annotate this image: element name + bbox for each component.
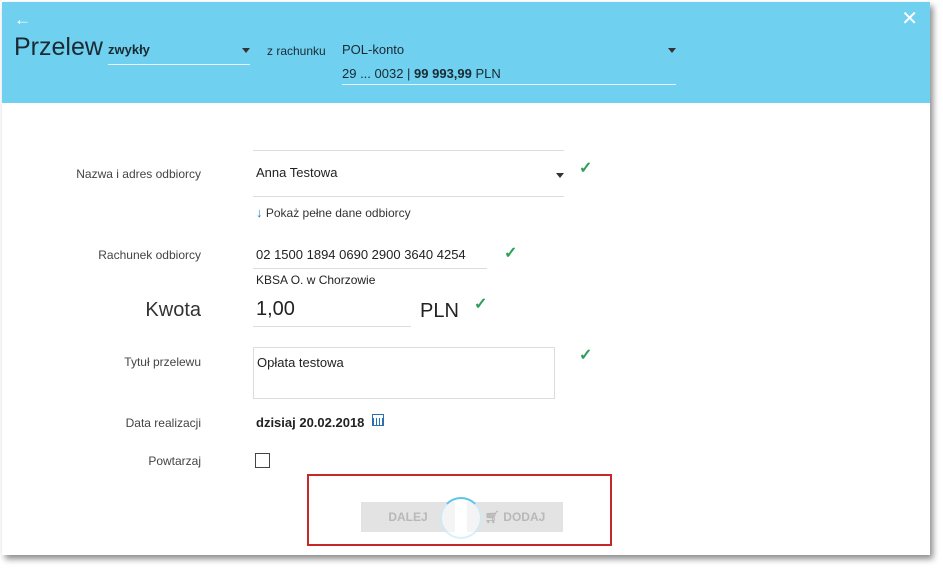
currency-label: PLN bbox=[420, 300, 459, 322]
check-icon: ✓ bbox=[504, 245, 518, 262]
close-icon[interactable]: ✕ bbox=[901, 9, 918, 29]
transfer-dialog: ← ✕ Przelew zwykły z rachunku POL-konto … bbox=[2, 2, 930, 555]
repeat-label: Powtarzaj bbox=[148, 454, 201, 468]
title-label: Tytuł przelewu bbox=[124, 355, 201, 369]
date-value[interactable]: dzisiaj 20.02.2018 bbox=[256, 415, 364, 430]
show-full-recipient-link[interactable]: ↓ Pokaż pełne dane odbiorcy bbox=[256, 205, 411, 220]
highlight-box bbox=[307, 474, 612, 546]
account-balance: 99 993,99 bbox=[414, 66, 472, 81]
arrow-down-icon: ↓ bbox=[256, 205, 263, 220]
check-icon: ✓ bbox=[579, 160, 593, 177]
title-value: Opłata testowa bbox=[257, 355, 344, 370]
amount-input[interactable]: 1,00 bbox=[256, 298, 295, 321]
back-arrow-icon[interactable]: ← bbox=[14, 11, 31, 28]
page-title: Przelew bbox=[14, 33, 103, 61]
from-account-select[interactable]: POL-konto 29 ... 0032 | 99 993,99 PLN bbox=[342, 42, 676, 85]
calendar-icon[interactable] bbox=[372, 414, 384, 426]
chevron-down-icon bbox=[556, 173, 564, 178]
amount-label: Kwota bbox=[145, 299, 201, 321]
check-icon: ✓ bbox=[474, 296, 488, 313]
account-number: 29 ... 0032 | bbox=[342, 66, 415, 81]
account-input[interactable]: 02 1500 1894 0690 2900 3640 4254 bbox=[256, 247, 466, 262]
bank-name: KBSA O. w Chorzowie bbox=[256, 273, 376, 287]
recipient-input[interactable]: Anna Testowa bbox=[253, 162, 564, 196]
account-underline bbox=[253, 268, 487, 269]
account-currency: PLN bbox=[475, 66, 501, 81]
show-full-recipient-label: Pokaż pełne dane odbiorcy bbox=[265, 206, 411, 220]
recipient-top-line bbox=[253, 150, 564, 151]
repeat-checkbox[interactable] bbox=[255, 453, 270, 468]
account-label: Rachunek odbiorcy bbox=[98, 248, 201, 262]
check-icon: ✓ bbox=[579, 347, 593, 364]
chevron-down-icon bbox=[668, 48, 676, 53]
chevron-down-icon bbox=[242, 48, 250, 53]
from-account-label: z rachunku bbox=[267, 44, 326, 58]
transfer-type-select[interactable]: zwykły bbox=[108, 42, 250, 65]
recipient-value: Anna Testowa bbox=[256, 165, 338, 180]
account-name: POL-konto bbox=[342, 42, 405, 57]
transfer-type-value: zwykły bbox=[108, 42, 150, 57]
account-details: 29 ... 0032 | 99 993,99 PLN bbox=[342, 66, 501, 81]
date-label: Data realizacji bbox=[125, 416, 201, 430]
recipient-underline bbox=[253, 196, 564, 197]
dialog-header: ← ✕ Przelew zwykły z rachunku POL-konto … bbox=[2, 2, 930, 103]
recipient-label: Nazwa i adres odbiorcy bbox=[76, 167, 201, 181]
title-textarea[interactable]: Opłata testowa bbox=[253, 347, 555, 399]
amount-underline bbox=[253, 326, 411, 327]
